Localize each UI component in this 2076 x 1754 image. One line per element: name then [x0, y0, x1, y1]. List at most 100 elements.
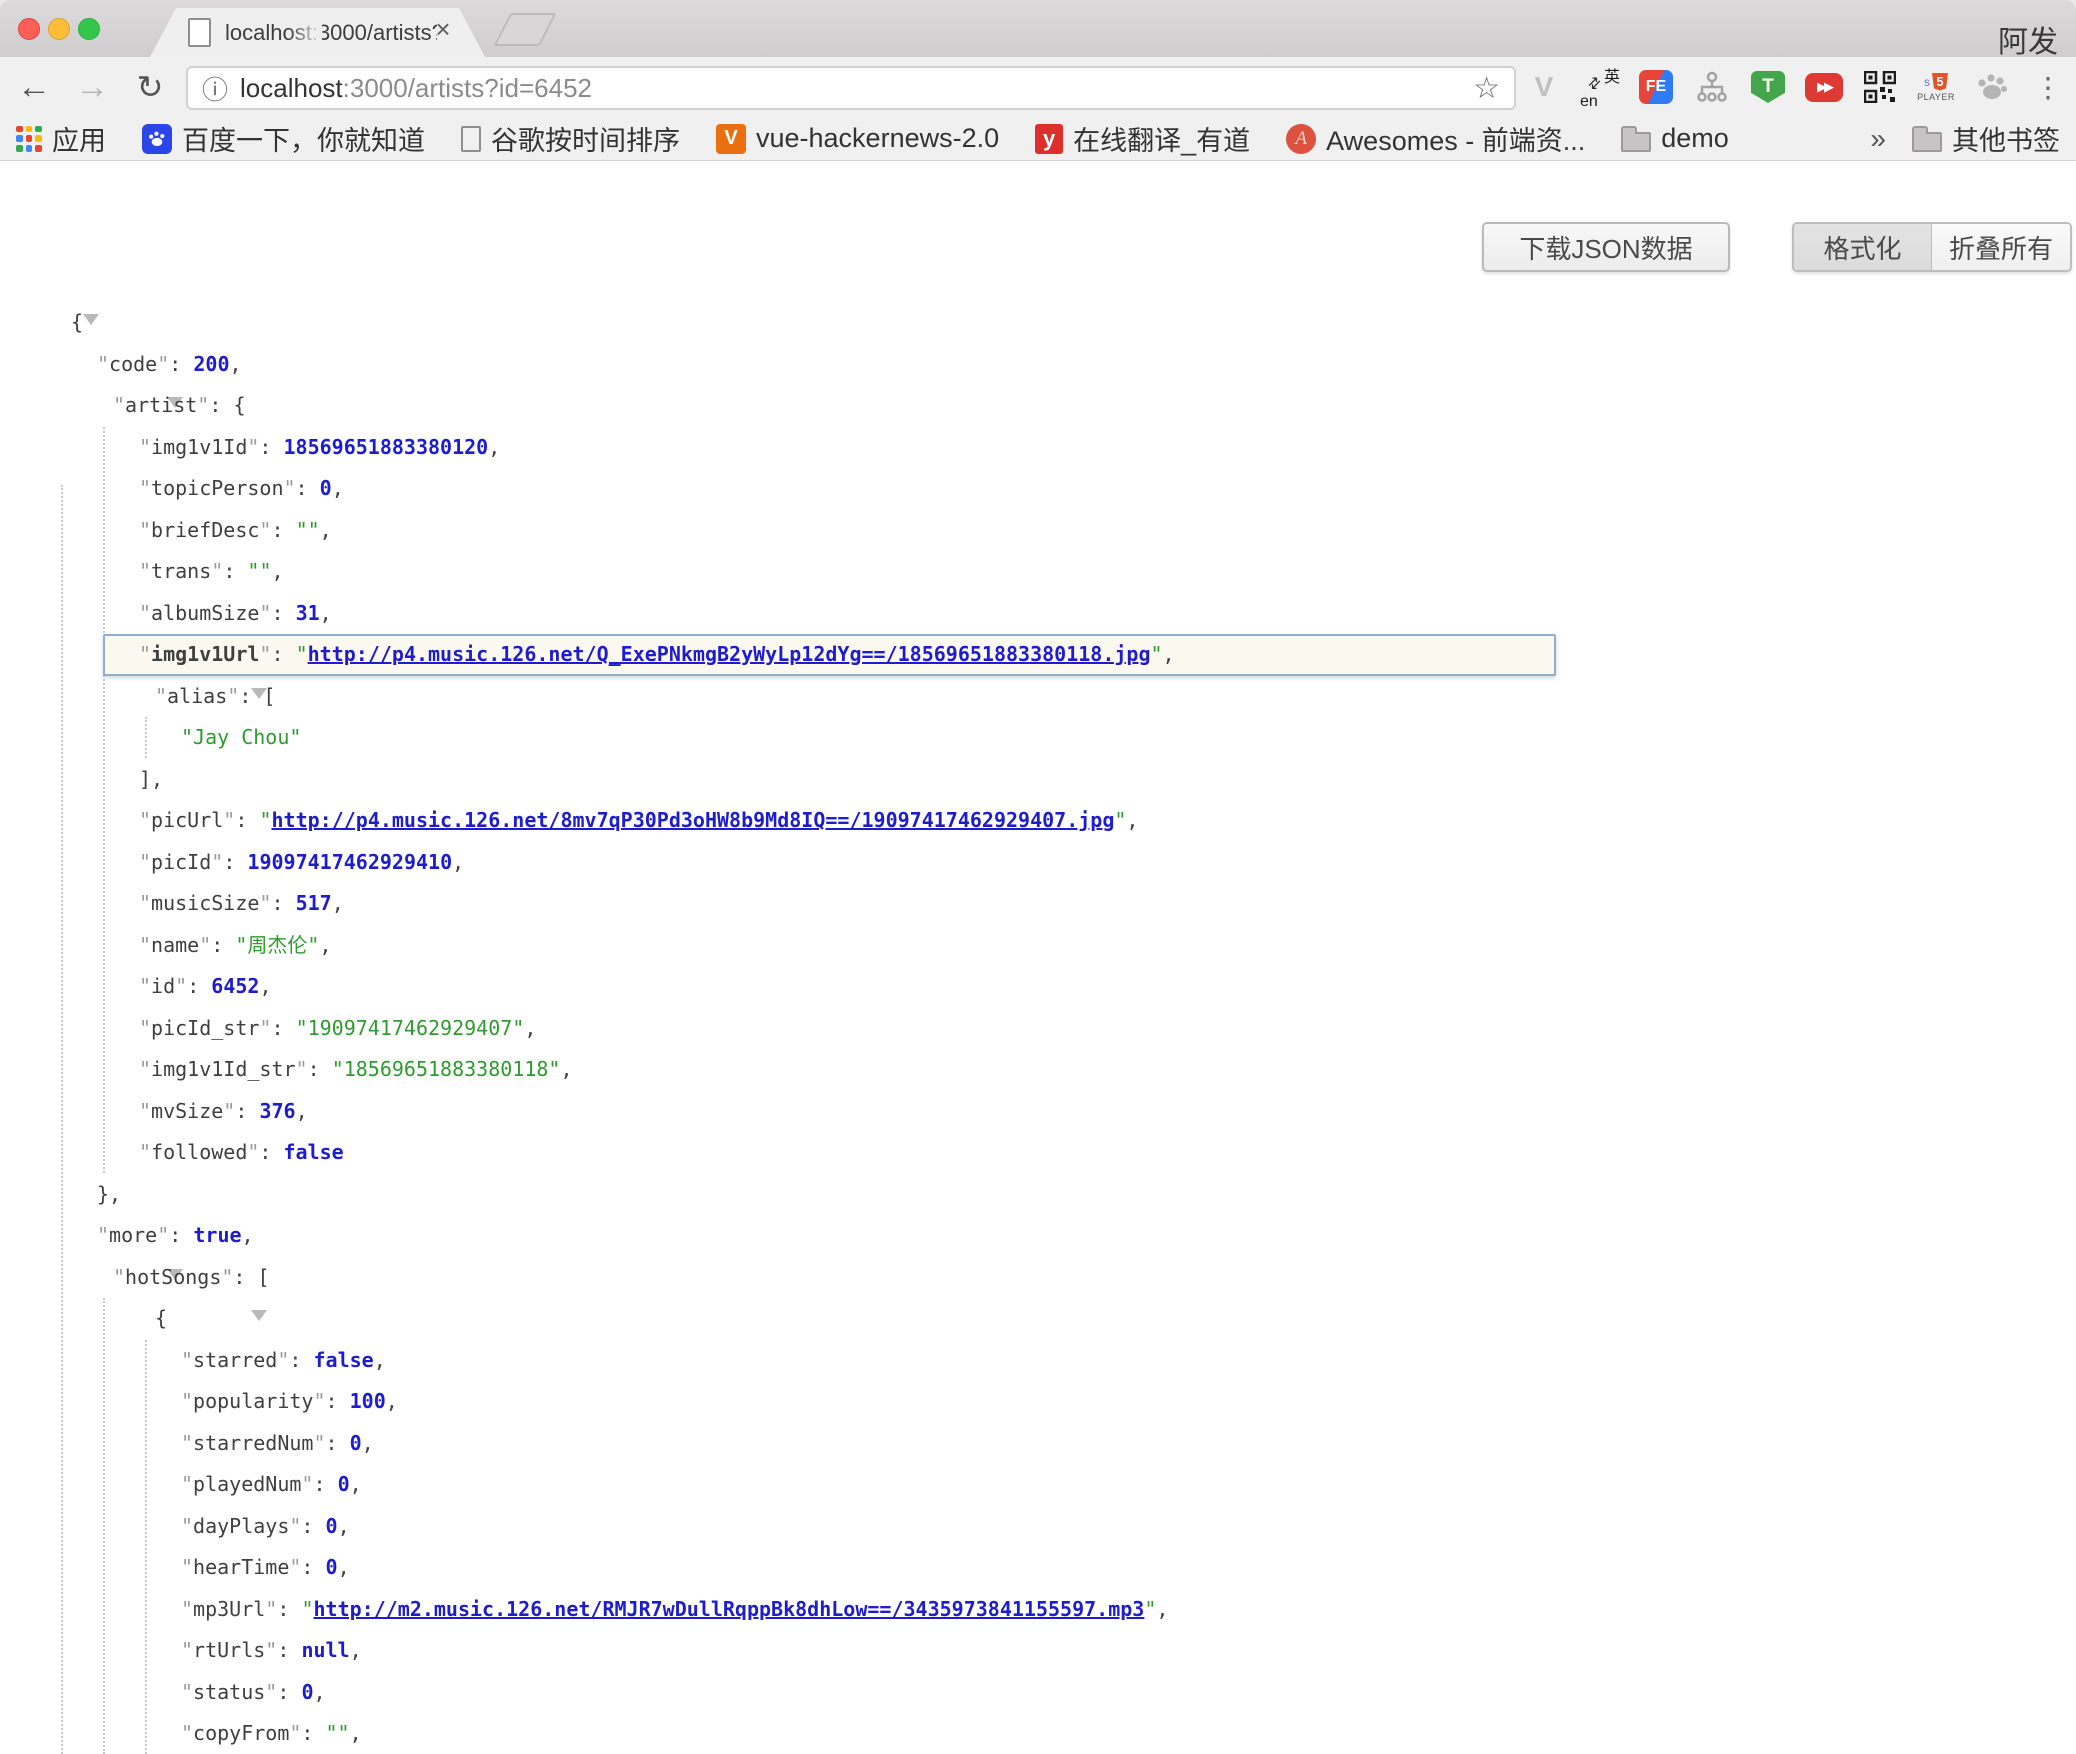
json-value-link[interactable]: http://p4.music.126.net/8mv7qP30Pd3oHW8b… [271, 808, 1114, 832]
translate-en-glyph: en [1580, 93, 1598, 111]
json-value-link[interactable]: http://p4.music.126.net/Q_ExePNkmgB2yWyL… [308, 642, 1151, 666]
json-string-quote: " [301, 1597, 313, 1621]
sitemap-icon [1695, 70, 1729, 104]
bookmark-apps[interactable]: 应用 [16, 119, 106, 158]
format-button[interactable]: 格式化 [1794, 224, 1932, 270]
apps-grid-icon [16, 126, 42, 152]
tab-close-icon[interactable]: × [428, 14, 458, 45]
json-key-quote: " [157, 352, 169, 376]
json-line-starred: "starred": false, [0, 1340, 2076, 1382]
json-key-quote: " [139, 1099, 151, 1123]
json-line-dayPlays: "dayPlays": 0, [0, 1506, 2076, 1548]
json-key-quote: " [259, 1016, 271, 1040]
download-json-button[interactable]: 下载JSON数据 [1482, 222, 1730, 272]
json-line-followed: "followed": false [0, 1132, 2076, 1174]
url-text[interactable]: localhost:3000/artists?id=6452 [240, 73, 1461, 104]
json-colon: : [271, 601, 295, 625]
bookmark-label: 在线翻译_有道 [1073, 119, 1250, 158]
bookmarks-overflow-chevron[interactable]: » [1870, 123, 1886, 155]
json-key: popularity [193, 1389, 313, 1413]
tampermonkey-extension-icon[interactable]: T [1740, 57, 1796, 117]
tab-title-fade [288, 8, 322, 57]
page-info-icon[interactable]: ⓘ [202, 70, 228, 107]
browser-menu-button[interactable]: ⋮ [2020, 57, 2076, 117]
json-tree: {"code": 200,"artist": {"img1v1Id": 1856… [0, 302, 2076, 1754]
bookmark-demo-folder[interactable]: demo [1621, 123, 1729, 154]
vue-orange-icon: V [716, 124, 746, 154]
json-line-id: "id": 6452, [0, 966, 2076, 1008]
translate-zh-glyph: 英 [1604, 63, 1620, 87]
page-favicon-icon [188, 18, 211, 47]
bookmark-baidu[interactable]: 百度一下，你就知道 [142, 119, 425, 158]
bookmark-star-icon[interactable]: ☆ [1473, 71, 1500, 106]
json-comma: , [320, 518, 332, 542]
json-value-string: "19097417462929407" [296, 1016, 525, 1040]
back-button[interactable]: ← [6, 57, 62, 117]
new-tab-button[interactable] [494, 13, 557, 46]
forward-button[interactable]: → [64, 57, 120, 117]
sitemap-extension-icon[interactable] [1684, 57, 1740, 117]
json-key-quote: " [113, 393, 125, 417]
fullscreen-window-button[interactable] [78, 18, 100, 40]
collapse-toggle-icon[interactable] [251, 1310, 267, 1345]
json-key: more [109, 1223, 157, 1247]
collapse-all-button[interactable]: 折叠所有 [1932, 224, 2070, 270]
fe-extension-icon[interactable]: FE [1628, 57, 1684, 117]
vue-devtools-extension-icon[interactable]: V [1516, 57, 1572, 117]
collapse-toggle-icon[interactable] [83, 314, 99, 349]
json-value-string: "" [247, 559, 271, 583]
json-key-quote: " [139, 1140, 151, 1164]
json-key-quote: " [313, 1431, 325, 1455]
json-line-hotSongs: "hotSongs": [ [0, 1257, 2076, 1299]
translate-arrows-glyph: ⇄ [1583, 72, 1605, 94]
json-comma: , [1126, 808, 1138, 832]
close-window-button[interactable] [18, 18, 40, 40]
json-key-quote: " [139, 974, 151, 998]
json-line-hearTime: "hearTime": 0, [0, 1547, 2076, 1589]
video-speed-extension-icon[interactable]: ▶▶ [1796, 57, 1852, 117]
json-line-topicPerson: "topicPerson": 0, [0, 468, 2076, 510]
bookmark-awesomes[interactable]: A Awesomes - 前端资... [1286, 119, 1585, 158]
bookmark-label: 百度一下，你就知道 [182, 119, 425, 158]
json-value-number: false [313, 1348, 373, 1372]
json-line-artist: "artist": { [0, 385, 2076, 427]
json-key-quote: " [97, 352, 109, 376]
bookmark-google-sort[interactable]: 谷歌按时间排序 [461, 119, 680, 158]
json-colon: : [277, 1638, 301, 1662]
json-colon: : [209, 393, 233, 417]
reload-button[interactable]: ↻ [122, 57, 178, 117]
translate-extension-icon[interactable]: 英 en ⇄ [1572, 57, 1628, 117]
paw-extension-icon[interactable] [1964, 57, 2020, 117]
extension-row: V 英 en ⇄ FE T [1516, 57, 2076, 117]
json-line-copyFrom: "copyFrom": "", [0, 1713, 2076, 1754]
json-key-quote: " [247, 435, 259, 459]
json-string-quote: " [259, 808, 271, 832]
bookmark-vue-hackernews[interactable]: V vue-hackernews-2.0 [716, 123, 999, 154]
qrcode-extension-icon[interactable] [1852, 57, 1908, 117]
json-comma: , [1156, 1597, 1168, 1621]
json-key: starredNum [193, 1431, 313, 1455]
minimize-window-button[interactable] [48, 18, 70, 40]
json-colon: : [187, 974, 211, 998]
json-key-quote: " [139, 642, 151, 666]
json-key-quote: " [199, 933, 211, 957]
json-key: trans [151, 559, 211, 583]
json-line-playedNum: "playedNum": 0, [0, 1464, 2076, 1506]
bookmark-youdao-translate[interactable]: y 在线翻译_有道 [1035, 119, 1250, 158]
view-mode-toggle: 格式化 折叠所有 [1792, 222, 2072, 272]
json-key: name [151, 933, 199, 957]
json-open-bracket: [ [258, 1265, 270, 1289]
json-value-link[interactable]: http://m2.music.126.net/RMJR7wDullRqppBk… [313, 1597, 1144, 1621]
json-key: topicPerson [151, 476, 283, 500]
other-bookmarks-label: 其他书签 [1952, 119, 2060, 158]
json-key: albumSize [151, 601, 259, 625]
other-bookmarks-folder[interactable]: 其他书签 [1912, 119, 2060, 158]
address-bar[interactable]: ⓘ localhost:3000/artists?id=6452 ☆ [186, 66, 1516, 110]
json-key: picUrl [151, 808, 223, 832]
html5-player-icon: s 5 PLAYER [1917, 73, 1955, 102]
html5-player-extension-icon[interactable]: s 5 PLAYER [1908, 57, 1964, 117]
profile-name[interactable]: 阿发 [1998, 17, 2058, 61]
json-open-bracket: { [233, 393, 245, 417]
baidu-paw-icon [142, 124, 172, 154]
json-value-number: true [193, 1223, 241, 1247]
